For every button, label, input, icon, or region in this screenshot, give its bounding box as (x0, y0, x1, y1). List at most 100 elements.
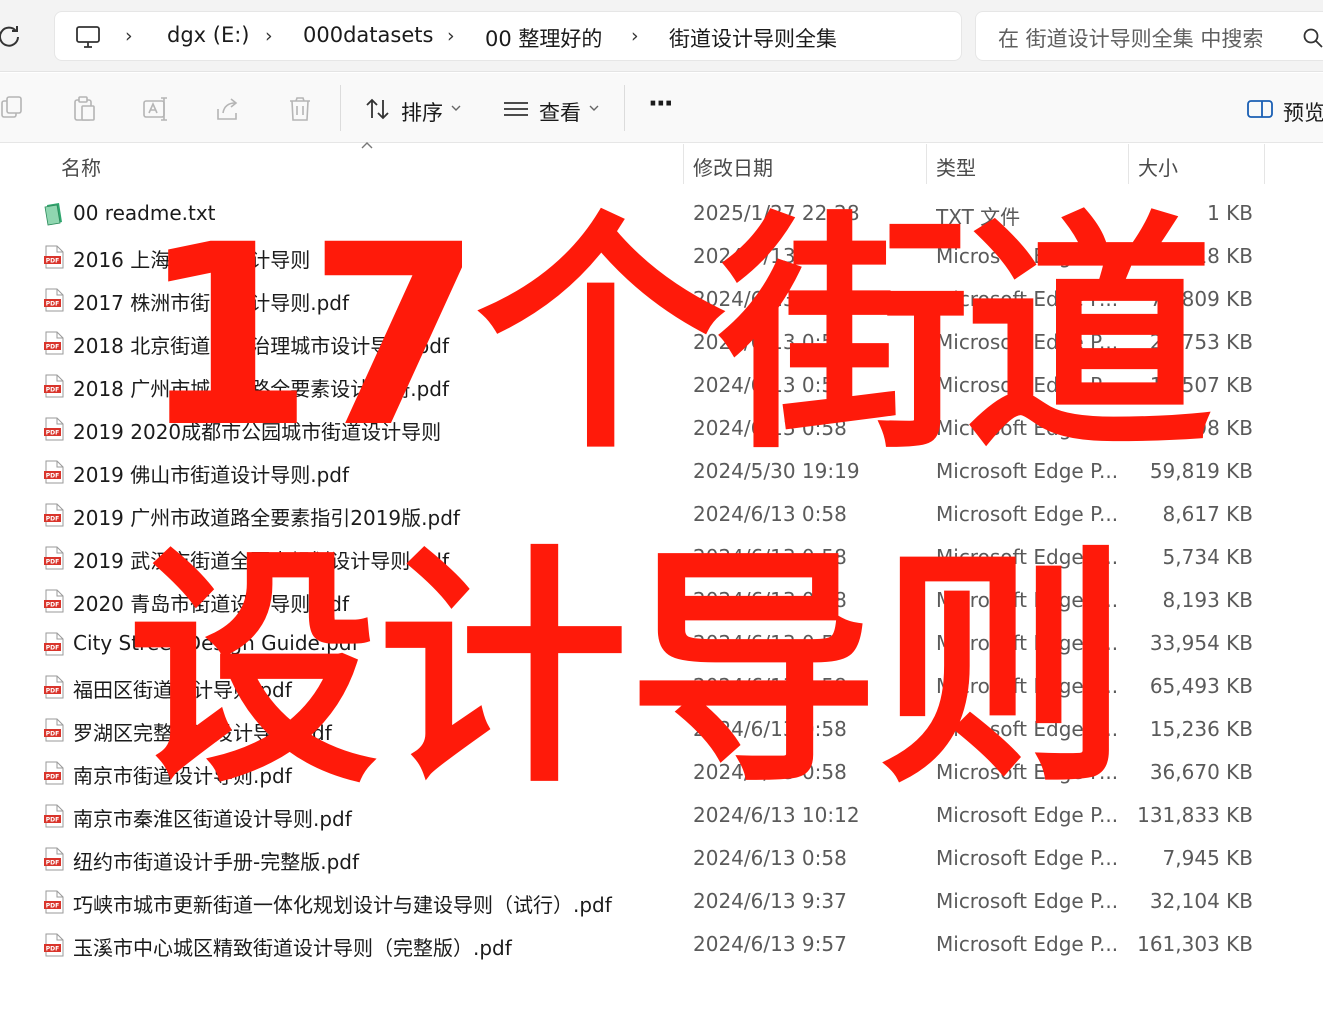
file-size: 7,945 KB (1162, 846, 1253, 870)
pdf-file-icon: PDF (43, 331, 65, 355)
preview-pane-icon[interactable] (1246, 95, 1274, 123)
svg-text:PDF: PDF (46, 946, 59, 953)
pdf-file-icon: PDF (43, 632, 65, 656)
pdf-file-icon: PDF (43, 847, 65, 871)
column-separator[interactable] (1264, 144, 1265, 184)
svg-text:PDF: PDF (46, 430, 59, 437)
preview-button[interactable]: 预览 (1283, 97, 1323, 127)
svg-text:PDF: PDF (46, 387, 59, 394)
view-icon[interactable] (502, 95, 530, 123)
file-size: 32,104 KB (1149, 889, 1253, 913)
column-separator[interactable] (1128, 144, 1129, 184)
file-name: 巧峡市城市更新街道一体化规划设计与建设导则（试行）.pdf (73, 893, 612, 917)
column-header-type[interactable]: 类型 (936, 152, 976, 181)
pdf-file-icon: PDF (43, 374, 65, 398)
file-size: 36,670 KB (1149, 760, 1253, 784)
breadcrumb-drive[interactable]: dgx (E:) (167, 23, 250, 47)
pdf-file-icon: PDF (43, 804, 65, 828)
file-row[interactable]: PDF 纽约市街道设计手册-完整版.pdf 2024/6/13 0:58 Micros… (0, 837, 1323, 880)
refresh-icon[interactable] (0, 22, 24, 52)
sort-button[interactable]: 排序 (401, 97, 443, 127)
svg-text:PDF: PDF (46, 258, 59, 265)
column-separator[interactable] (683, 144, 684, 184)
svg-text:PDF: PDF (46, 903, 59, 910)
rename-icon[interactable] (142, 95, 170, 123)
file-size: 8,193 KB (1162, 588, 1253, 612)
pdf-file-icon: PDF (43, 718, 65, 742)
chevron-down-icon[interactable] (450, 103, 462, 113)
sort-icon[interactable] (364, 95, 392, 123)
file-type: Microsoft Edge P... (936, 889, 1119, 913)
file-size: 131,833 KB (1137, 803, 1253, 827)
file-size: 5,734 KB (1162, 545, 1253, 569)
delete-icon[interactable] (286, 95, 314, 123)
column-headers: 名称 修改日期 类型 大小 (0, 144, 1323, 186)
svg-text:PDF: PDF (46, 473, 59, 480)
pdf-file-icon: PDF (43, 417, 65, 441)
pdf-file-icon: PDF (43, 890, 65, 914)
pdf-file-icon: PDF (43, 460, 65, 484)
pdf-file-icon: PDF (43, 546, 65, 570)
toolbar-divider (340, 85, 341, 131)
pdf-file-icon: PDF (43, 761, 65, 785)
file-row[interactable]: PDF 巧峡市城市更新街道一体化规划设计与建设导则（试行）.pdf 2024/6/1… (0, 880, 1323, 923)
overlay-headline-line2: 设计导则 (128, 525, 1128, 816)
file-size: 15,236 KB (1149, 717, 1253, 741)
svg-text:PDF: PDF (46, 301, 59, 308)
pdf-file-icon: PDF (43, 589, 65, 613)
pdf-file-icon: PDF (43, 675, 65, 699)
svg-text:PDF: PDF (46, 516, 59, 523)
address-bar-row: › dgx (E:) › 000datasets › 00 整理好的 › 街道设… (0, 0, 1323, 72)
copy-icon[interactable] (0, 95, 28, 123)
svg-text:PDF: PDF (46, 602, 59, 609)
file-size: 161,303 KB (1137, 932, 1253, 956)
file-size: 65,493 KB (1149, 674, 1253, 698)
breadcrumb-current-folder[interactable]: 街道设计导则全集 (669, 23, 837, 53)
overlay-headline-line1: 17个街道 (140, 191, 1214, 482)
file-type: Microsoft Edge P... (936, 502, 1119, 526)
file-modified-date: 2024/6/13 0:58 (693, 502, 847, 526)
search-icon[interactable] (1302, 27, 1323, 49)
column-separator[interactable] (926, 144, 927, 184)
txt-file-icon (43, 202, 65, 226)
paste-icon[interactable] (70, 95, 98, 123)
column-header-date[interactable]: 修改日期 (693, 152, 773, 181)
file-type: Microsoft Edge P... (936, 846, 1119, 870)
file-row[interactable]: PDF 玉溪市中心城区精致街道设计导则（完整版）.pdf 2024/6/13 9:5… (0, 923, 1323, 966)
file-name: 玉溪市中心城区精致街道设计导则（完整版）.pdf (73, 936, 512, 960)
breadcrumb-organized[interactable]: 00 整理好的 (485, 23, 602, 53)
search-input[interactable]: 在 街道设计导则全集 中搜索 (975, 11, 1323, 61)
chevron-right-icon[interactable]: › (631, 25, 639, 47)
more-options-button[interactable]: ··· (648, 89, 674, 119)
svg-text:PDF: PDF (46, 731, 59, 738)
share-icon[interactable] (214, 95, 242, 123)
chevron-right-icon[interactable]: › (125, 25, 133, 47)
file-modified-date: 2024/6/13 9:37 (693, 889, 847, 913)
search-placeholder: 在 街道设计导则全集 中搜索 (998, 27, 1264, 51)
svg-text:PDF: PDF (46, 688, 59, 695)
file-modified-date: 2024/6/13 0:58 (693, 846, 847, 870)
toolbar-divider (624, 85, 625, 131)
file-size: 8,617 KB (1162, 502, 1253, 526)
address-box[interactable]: › dgx (E:) › 000datasets › 00 整理好的 › 街道设… (54, 11, 962, 61)
svg-text:PDF: PDF (46, 860, 59, 867)
chevron-right-icon[interactable]: › (265, 25, 273, 47)
pdf-file-icon: PDF (43, 933, 65, 957)
svg-text:PDF: PDF (46, 774, 59, 781)
this-pc-icon[interactable] (75, 25, 101, 49)
chevron-down-icon[interactable] (588, 103, 600, 113)
command-bar: 排序 查看 ··· 预览 (0, 73, 1323, 143)
breadcrumb-datasets[interactable]: 000datasets (303, 23, 433, 47)
svg-text:PDF: PDF (46, 559, 59, 566)
column-header-name[interactable]: 名称 (61, 152, 101, 181)
chevron-right-icon[interactable]: › (447, 25, 455, 47)
svg-text:PDF: PDF (46, 344, 59, 351)
pdf-file-icon: PDF (43, 245, 65, 269)
pdf-file-icon: PDF (43, 503, 65, 527)
svg-text:PDF: PDF (46, 645, 59, 652)
column-header-size[interactable]: 大小 (1138, 152, 1178, 181)
svg-text:PDF: PDF (46, 817, 59, 824)
file-modified-date: 2024/6/13 9:57 (693, 932, 847, 956)
view-button[interactable]: 查看 (539, 97, 581, 127)
file-name: 纽约市街道设计手册-完整版.pdf (73, 850, 360, 874)
